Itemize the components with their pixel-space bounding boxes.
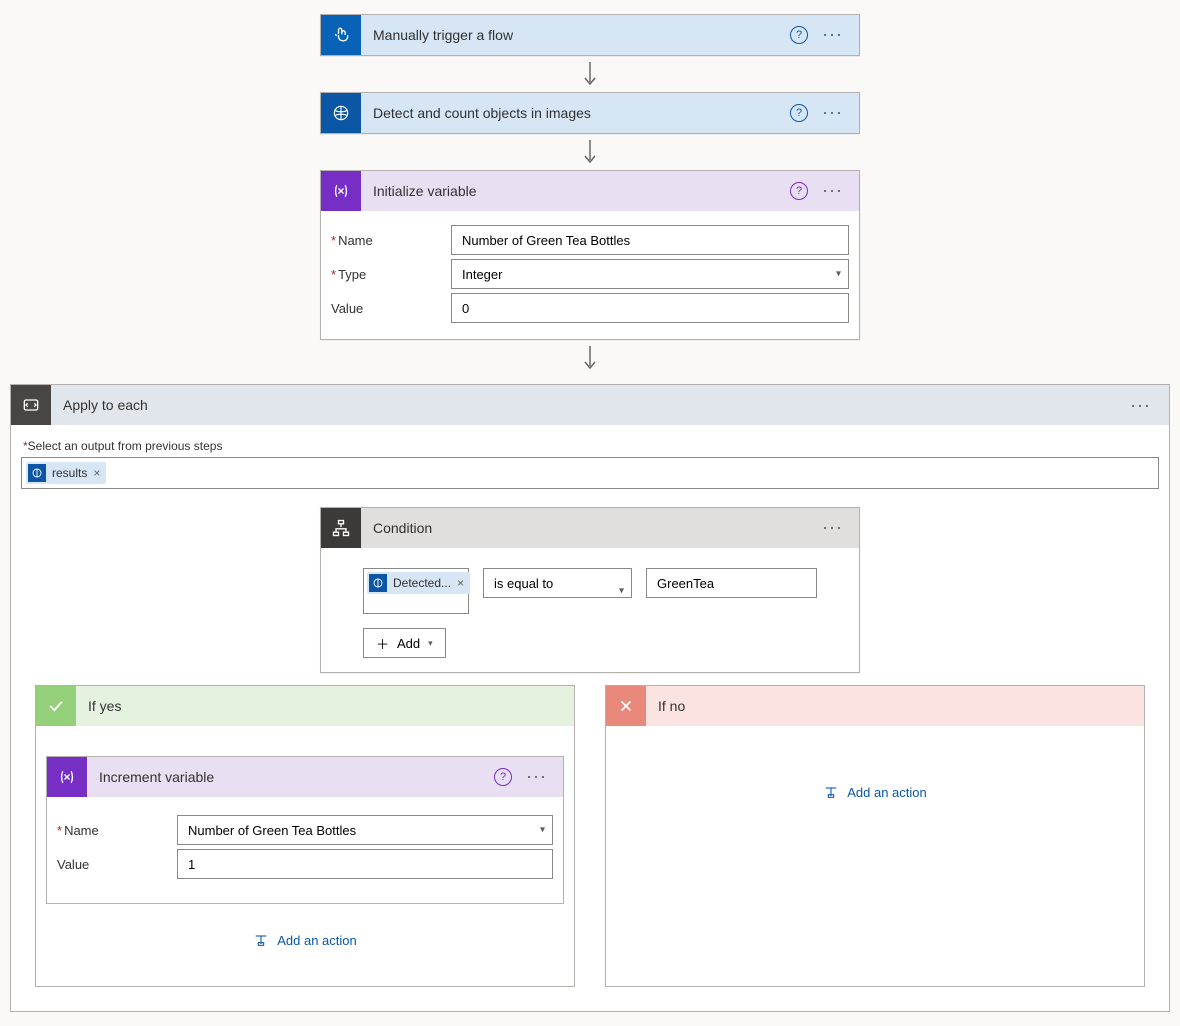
select-output-label: *Select an output from previous steps <box>23 439 1159 453</box>
ai-icon <box>28 464 46 482</box>
add-action-button[interactable]: Add an action <box>46 904 564 956</box>
value-label: Value <box>331 301 451 316</box>
help-icon[interactable]: ? <box>494 768 512 786</box>
insert-icon <box>253 932 269 948</box>
help-icon[interactable]: ? <box>790 182 808 200</box>
step-apply-to-each[interactable]: Apply to each ··· *Select an output from… <box>10 384 1170 1012</box>
add-label: Add <box>397 636 420 651</box>
step-title: Initialize variable <box>373 183 790 199</box>
branch-if-yes: If yes Increment variable <box>35 685 575 987</box>
more-icon[interactable]: ··· <box>816 180 849 201</box>
step-increment-variable[interactable]: Increment variable ? ··· Name ▾ <box>46 756 564 904</box>
ai-icon <box>369 574 387 592</box>
check-icon <box>36 686 76 726</box>
more-icon[interactable]: ··· <box>520 766 553 787</box>
add-condition-button[interactable]: ＋ Add ▾ <box>363 628 446 658</box>
value-label: Value <box>57 857 177 872</box>
name-input[interactable] <box>451 225 849 255</box>
condition-value[interactable] <box>646 568 817 598</box>
touch-icon <box>321 15 361 55</box>
help-icon[interactable]: ? <box>790 104 808 122</box>
step-condition[interactable]: Condition ··· Detected... <box>320 507 860 673</box>
type-label: Type <box>331 267 451 282</box>
value-input[interactable] <box>451 293 849 323</box>
branch-title: If yes <box>88 698 564 714</box>
step-manual-trigger[interactable]: Manually trigger a flow ? ··· <box>320 14 860 56</box>
chevron-down-icon: ▾ <box>428 638 433 649</box>
branch-if-no: If no Add an action <box>605 685 1145 987</box>
more-icon[interactable]: ··· <box>816 24 849 45</box>
name-label: Name <box>57 823 177 838</box>
loop-icon <box>11 385 51 425</box>
select-output-input[interactable]: results × <box>21 457 1159 489</box>
step-title: Manually trigger a flow <box>373 27 790 43</box>
more-icon[interactable]: ··· <box>816 517 849 538</box>
step-title: Condition <box>373 520 816 536</box>
token-label: results <box>52 466 87 480</box>
remove-token-icon[interactable]: × <box>457 576 464 590</box>
step-title: Increment variable <box>99 769 494 785</box>
token-detected[interactable]: Detected... × <box>367 572 470 594</box>
close-icon <box>606 686 646 726</box>
remove-token-icon[interactable]: × <box>93 466 100 480</box>
step-detect-objects[interactable]: Detect and count objects in images ? ··· <box>320 92 860 134</box>
condition-icon <box>321 508 361 548</box>
step-initialize-variable[interactable]: Initialize variable ? ··· Name Type ▾ Va… <box>320 170 860 340</box>
condition-left-operand[interactable]: Detected... × <box>363 568 469 614</box>
token-label: Detected... <box>393 576 451 590</box>
ai-icon <box>321 93 361 133</box>
help-icon[interactable]: ? <box>790 26 808 44</box>
arrow-icon <box>583 56 597 92</box>
add-action-button[interactable]: Add an action <box>616 756 1134 808</box>
more-icon[interactable]: ··· <box>816 102 849 123</box>
variable-icon <box>47 757 87 797</box>
step-title: Apply to each <box>63 397 1124 413</box>
arrow-icon <box>583 340 597 376</box>
type-select[interactable] <box>451 259 849 289</box>
token-results[interactable]: results × <box>26 462 106 484</box>
step-title: Detect and count objects in images <box>373 105 790 121</box>
name-label: Name <box>331 233 451 248</box>
value-input[interactable] <box>177 849 553 879</box>
arrow-icon <box>583 134 597 170</box>
insert-icon <box>823 784 839 800</box>
branch-title: If no <box>658 698 1134 714</box>
name-select[interactable] <box>177 815 553 845</box>
condition-operator[interactable] <box>483 568 632 598</box>
more-icon[interactable]: ··· <box>1124 395 1157 416</box>
plus-icon: ＋ <box>376 634 389 653</box>
variable-icon <box>321 171 361 211</box>
